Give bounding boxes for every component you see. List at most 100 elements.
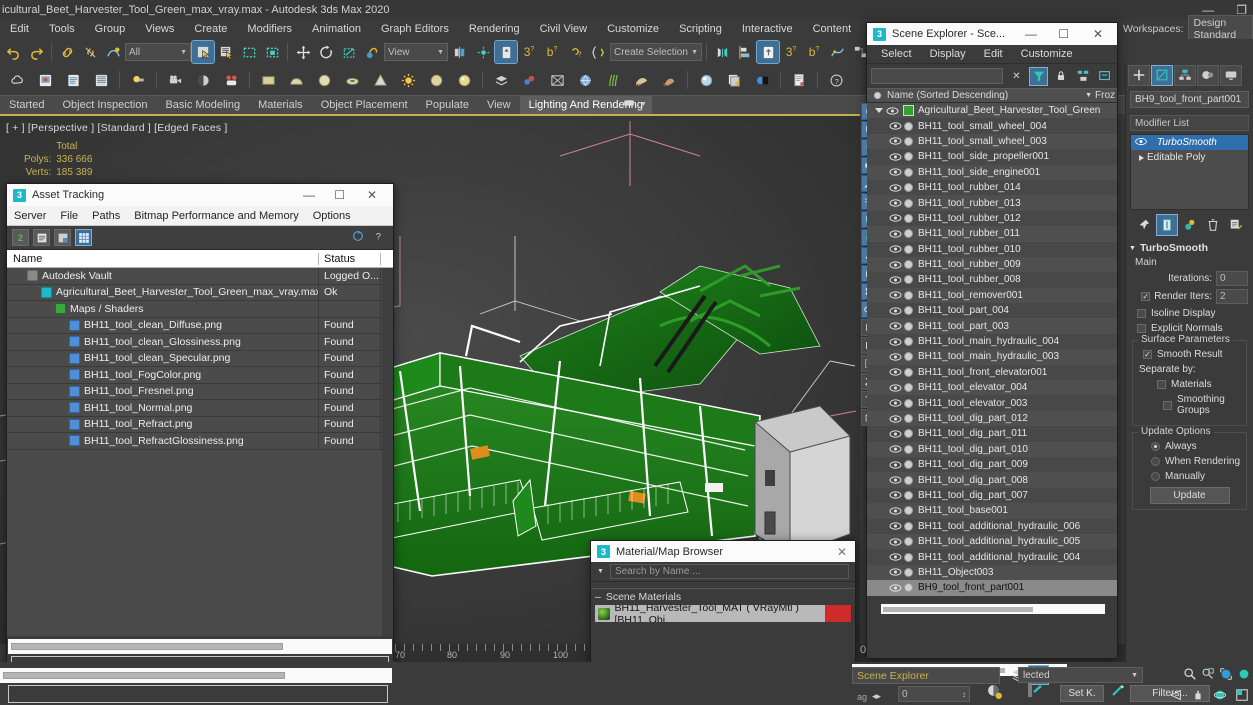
eye-icon[interactable] bbox=[889, 167, 902, 177]
update-always-radio[interactable] bbox=[1151, 442, 1160, 451]
menu-item-customize[interactable]: Customize bbox=[597, 19, 669, 39]
eye-icon[interactable] bbox=[889, 429, 902, 439]
menu-item-create[interactable]: Create bbox=[184, 19, 237, 39]
eye-icon[interactable] bbox=[889, 383, 902, 393]
materials-row[interactable]: Materials bbox=[1157, 379, 1244, 390]
use-pivot-point-center-icon[interactable] bbox=[449, 41, 471, 63]
eye-icon[interactable] bbox=[889, 367, 902, 377]
eye-icon[interactable] bbox=[889, 537, 902, 547]
scene-explorer-menu-display[interactable]: Display bbox=[921, 48, 975, 60]
eye-icon[interactable] bbox=[889, 567, 902, 577]
menu-item-civil-view[interactable]: Civil View bbox=[530, 19, 597, 39]
reference-coordinate-combo[interactable]: View ▼ bbox=[384, 43, 448, 61]
render-iters-spinner[interactable]: 2 bbox=[1216, 289, 1248, 304]
help-icon[interactable]: ? bbox=[823, 67, 849, 93]
collapse-icon[interactable]: – bbox=[595, 591, 601, 603]
menu-item-views[interactable]: Views bbox=[135, 19, 184, 39]
close-icon[interactable]: ✕ bbox=[1093, 23, 1103, 45]
scene-explorer-list-item[interactable]: BH11_tool_additional_hydraulic_005 bbox=[867, 533, 1117, 550]
eye-icon[interactable] bbox=[889, 306, 902, 316]
scene-explorer-menu-edit[interactable]: Edit bbox=[975, 48, 1012, 60]
scene-materials-header[interactable]: – Scene Materials bbox=[591, 589, 855, 605]
smoothing-groups-row[interactable]: Smoothing Groups bbox=[1163, 394, 1244, 416]
ribbon-tab-materials[interactable]: Materials bbox=[249, 96, 312, 115]
scene-explorer-list-item[interactable]: BH11_tool_rubber_008 bbox=[867, 272, 1117, 288]
eye-icon[interactable] bbox=[889, 337, 902, 347]
update-when-rendering-radio[interactable] bbox=[1151, 457, 1160, 466]
scene-explorer-menu-customize[interactable]: Customize bbox=[1012, 48, 1082, 60]
material-map-browser-icon[interactable] bbox=[721, 67, 747, 93]
redo-icon[interactable] bbox=[25, 41, 47, 63]
column-name[interactable]: Name bbox=[7, 252, 319, 265]
sun-positioner-icon[interactable] bbox=[395, 67, 421, 93]
bottom-horizontal-scrollbar[interactable] bbox=[0, 668, 392, 683]
create-selection-set-combo[interactable]: Create Selection Set ▼ bbox=[610, 43, 702, 61]
update-always-row[interactable]: Always bbox=[1151, 441, 1244, 452]
ox-hair-icon[interactable]: Ox bbox=[656, 67, 682, 93]
eye-icon[interactable] bbox=[889, 229, 902, 239]
scene-explorer-list-item[interactable]: BH9_tool_front_part001 bbox=[867, 580, 1117, 596]
eye-icon[interactable] bbox=[889, 321, 902, 331]
asset-table-row[interactable]: BH11_tool_Normal.png Found bbox=[7, 400, 393, 417]
eye-icon[interactable] bbox=[886, 106, 899, 116]
maximize-icon[interactable]: ☐ bbox=[334, 184, 345, 206]
smoothing-groups-checkbox[interactable] bbox=[1163, 400, 1172, 410]
menu-item-interactive[interactable]: Interactive bbox=[732, 19, 803, 39]
explicit-normals-checkbox[interactable] bbox=[1137, 324, 1146, 333]
hair-farm-icon[interactable]: HF bbox=[628, 67, 654, 93]
curve-editor-icon[interactable] bbox=[826, 41, 848, 63]
clear-search-icon[interactable]: ✕ bbox=[1008, 68, 1025, 85]
zoom-extents-icon[interactable] bbox=[1219, 667, 1233, 684]
select-and-scale-icon[interactable] bbox=[338, 41, 360, 63]
collapse-arrow-icon[interactable] bbox=[875, 108, 883, 114]
scene-explorer-list-item[interactable]: BH11_tool_rubber_011 bbox=[867, 226, 1117, 242]
scene-explorer-list-item[interactable]: BH11_tool_dig_part_007 bbox=[867, 487, 1117, 504]
scene-explorer-list-item[interactable]: BH11_tool_additional_hydraulic_006 bbox=[867, 518, 1117, 534]
refresh-icon[interactable] bbox=[351, 229, 365, 246]
select-object-icon[interactable] bbox=[191, 40, 215, 64]
prompt-line[interactable] bbox=[8, 685, 388, 703]
scrollbar-thumb[interactable] bbox=[883, 606, 1033, 612]
render-setup-icon[interactable] bbox=[32, 67, 58, 93]
material-sphere-icon[interactable] bbox=[423, 67, 449, 93]
scene-explorer-list-item[interactable]: BH11_tool_side_engine001 bbox=[867, 164, 1117, 180]
scene-explorer-list-item[interactable]: BH11_tool_dig_part_008 bbox=[867, 472, 1117, 488]
eye-icon[interactable] bbox=[889, 152, 902, 162]
ribbon-toggle-icon[interactable] bbox=[622, 96, 636, 113]
percent-snap-toggle-icon[interactable]: b? bbox=[541, 41, 563, 63]
chevron-down-icon[interactable]: ▼ bbox=[597, 568, 604, 575]
mirror-icon[interactable] bbox=[711, 41, 733, 63]
scene-explorer-root-row[interactable]: Agricultural_Beet_Harvester_Tool_Green bbox=[867, 103, 1117, 119]
environment-icon[interactable] bbox=[544, 67, 570, 93]
eye-icon[interactable] bbox=[889, 506, 902, 516]
scene-explorer-list-item[interactable]: BH11_tool_remover001 bbox=[867, 287, 1117, 304]
maximize-viewport-icon[interactable] bbox=[1233, 686, 1251, 703]
scene-explorer-list-item[interactable]: BH11_tool_additional_hydraulic_004 bbox=[867, 549, 1117, 565]
eye-icon[interactable] bbox=[889, 521, 902, 531]
modifier-stack-item-turbosmooth[interactable]: TurboSmooth bbox=[1131, 135, 1248, 150]
scene-explorer-list-item[interactable]: BH11_tool_dig_part_012 bbox=[867, 410, 1117, 427]
rectangular-selection-region-icon[interactable] bbox=[238, 41, 260, 63]
expand-arrow-icon[interactable] bbox=[1139, 154, 1144, 161]
scene-explorer-list-item[interactable]: BH11_tool_base001 bbox=[867, 503, 1117, 519]
menu-item-rendering[interactable]: Rendering bbox=[459, 19, 530, 39]
render-production-icon[interactable] bbox=[88, 67, 114, 93]
asset-export-icon[interactable] bbox=[54, 229, 71, 246]
scene-explorer-list-item[interactable]: BH11_tool_elevator_003 bbox=[867, 395, 1117, 411]
asset-tracking-icon[interactable] bbox=[786, 67, 812, 93]
undo-icon[interactable] bbox=[2, 41, 24, 63]
asset-vertical-scrollbar[interactable] bbox=[382, 268, 393, 636]
edit-named-selection-sets-icon[interactable] bbox=[587, 41, 609, 63]
pin-stack-icon[interactable] bbox=[1134, 215, 1154, 235]
eye-icon[interactable] bbox=[889, 136, 902, 146]
select-and-rotate-icon[interactable] bbox=[315, 41, 337, 63]
menu-item-group[interactable]: Group bbox=[85, 19, 136, 39]
key-filters-icon[interactable] bbox=[1110, 682, 1126, 701]
snaps-toggle-icon[interactable] bbox=[494, 40, 518, 64]
eye-icon[interactable] bbox=[1135, 137, 1147, 149]
eye-icon[interactable] bbox=[889, 398, 902, 408]
scene-explorer-menu-select[interactable]: Select bbox=[872, 48, 921, 60]
sync-selection-icon[interactable] bbox=[1096, 68, 1113, 85]
asset-list-view-icon[interactable]: 2 bbox=[12, 229, 29, 246]
material-editor-icon[interactable] bbox=[693, 67, 719, 93]
